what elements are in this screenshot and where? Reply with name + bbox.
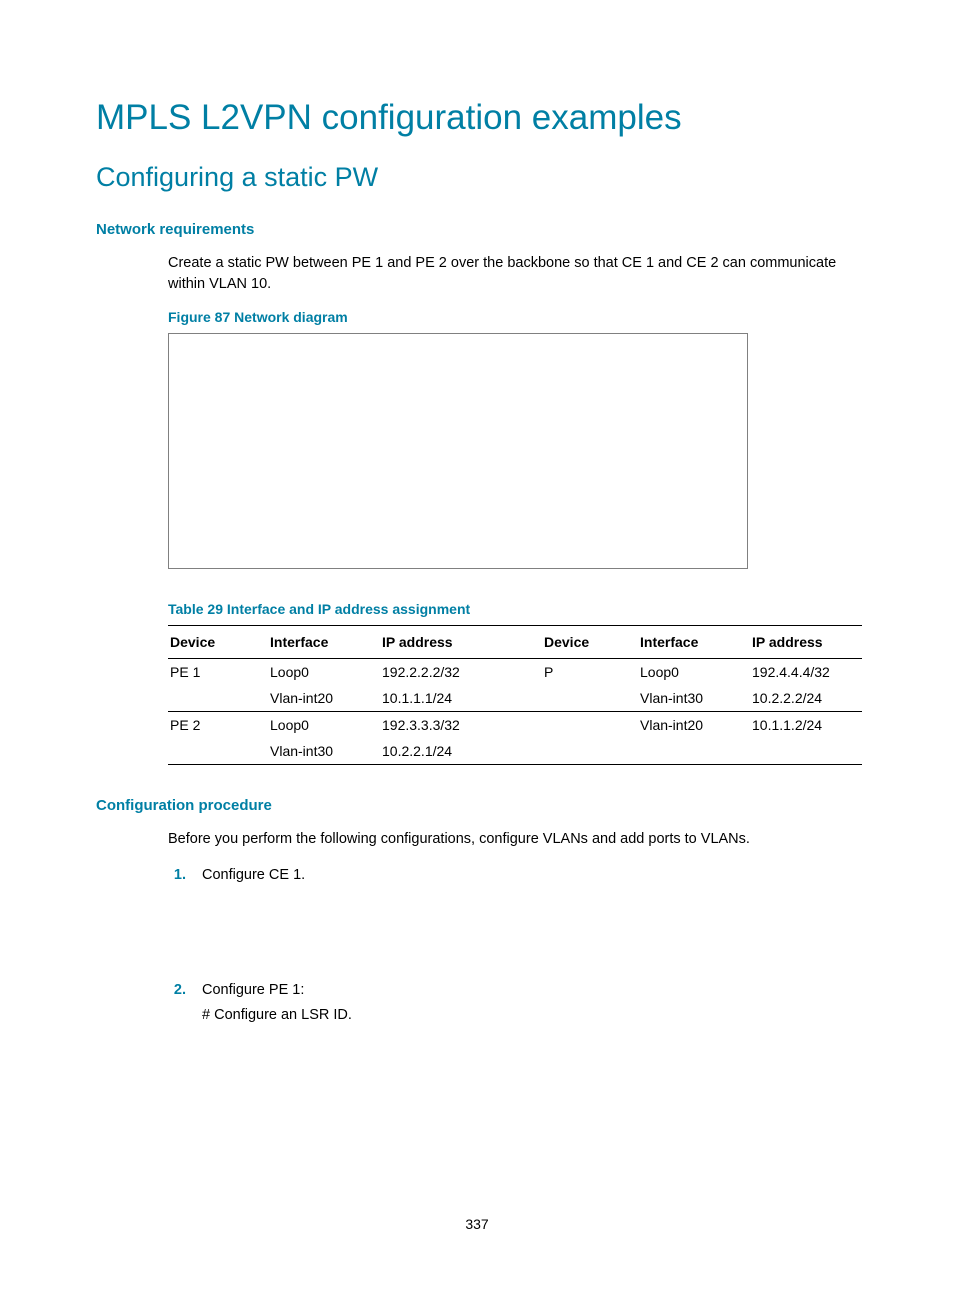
network-requirements-heading: Network requirements xyxy=(96,221,858,238)
table-header-row: Device Interface IP address Device Inter… xyxy=(168,626,862,659)
col-interface-2: Interface xyxy=(638,626,750,659)
col-device-1: Device xyxy=(168,626,268,659)
section-title: Configuring a static PW xyxy=(96,162,858,193)
table-caption: Table 29 Interface and IP address assign… xyxy=(96,601,858,617)
step-2: Configure PE 1: # Configure an LSR ID. xyxy=(190,979,858,1027)
page-title: MPLS L2VPN configuration examples xyxy=(96,98,858,138)
page-number: 337 xyxy=(0,1216,954,1232)
step-1: Configure CE 1. xyxy=(190,864,858,886)
col-device-2: Device xyxy=(542,626,638,659)
col-interface-1: Interface xyxy=(268,626,380,659)
step-2-substep: # Configure an LSR ID. xyxy=(202,1004,858,1026)
table-row: PE 2 Loop0 192.3.3.3/32 Vlan-int20 10.1.… xyxy=(168,712,862,739)
table-row: Vlan-int30 10.2.2.1/24 xyxy=(168,738,862,765)
network-diagram-placeholder xyxy=(168,333,748,569)
col-ip-2: IP address xyxy=(750,626,862,659)
table-row: Vlan-int20 10.1.1.1/24 Vlan-int30 10.2.2… xyxy=(168,685,862,712)
configuration-procedure-intro: Before you perform the following configu… xyxy=(96,829,858,850)
table-row: PE 1 Loop0 192.2.2.2/32 P Loop0 192.4.4.… xyxy=(168,659,862,686)
step-1-text: Configure CE 1. xyxy=(202,867,305,883)
interface-ip-table: Device Interface IP address Device Inter… xyxy=(168,625,862,765)
col-ip-1: IP address xyxy=(380,626,542,659)
figure-caption: Figure 87 Network diagram xyxy=(96,309,858,325)
network-requirements-text: Create a static PW between PE 1 and PE 2… xyxy=(96,253,858,295)
step-2-text: Configure PE 1: xyxy=(202,982,304,998)
configuration-procedure-heading: Configuration procedure xyxy=(96,797,858,814)
